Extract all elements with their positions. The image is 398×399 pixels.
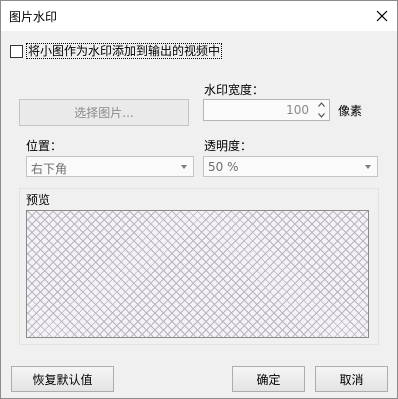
width-value[interactable]: 100	[286, 103, 309, 117]
cancel-button[interactable]: 取消	[315, 366, 388, 392]
preview-canvas	[26, 210, 369, 338]
dropdown-arrow-icon	[365, 165, 371, 169]
opacity-dropdown[interactable]: 50 %	[203, 156, 378, 177]
chevron-down-icon[interactable]	[317, 113, 325, 118]
restore-defaults-button[interactable]: 恢复默认值	[11, 366, 114, 392]
close-icon	[376, 10, 388, 22]
preview-group: 预览	[19, 188, 379, 345]
dropdown-arrow-icon	[181, 165, 187, 169]
ok-button[interactable]: 确定	[232, 366, 305, 392]
position-label: 位置：	[26, 139, 63, 153]
opacity-selected: 50 %	[208, 160, 239, 174]
add-watermark-option[interactable]: 将小图作为水印添加到输出的视频中	[10, 43, 223, 59]
window-title: 图片水印	[9, 10, 58, 24]
add-watermark-label[interactable]: 将小图作为水印添加到输出的视频中	[26, 43, 223, 59]
position-selected: 右下角	[31, 162, 68, 176]
width-stepper[interactable]	[315, 102, 327, 118]
select-image-button[interactable]: 选择图片...	[19, 99, 189, 126]
title-bar: 图片水印	[1, 1, 397, 31]
chevron-up-icon[interactable]	[317, 102, 325, 107]
watermark-dialog: 图片水印 将小图作为水印添加到输出的视频中 选择图片... 水印宽度： 100 …	[0, 0, 398, 399]
close-button[interactable]	[367, 1, 397, 31]
width-spinbox[interactable]: 100	[203, 99, 330, 121]
position-dropdown[interactable]: 右下角	[26, 156, 194, 177]
add-watermark-checkbox[interactable]	[10, 44, 23, 58]
opacity-label: 透明度：	[204, 139, 253, 153]
width-label: 水印宽度：	[204, 83, 265, 97]
width-unit: 像素	[338, 104, 363, 118]
preview-label: 预览	[26, 193, 51, 207]
